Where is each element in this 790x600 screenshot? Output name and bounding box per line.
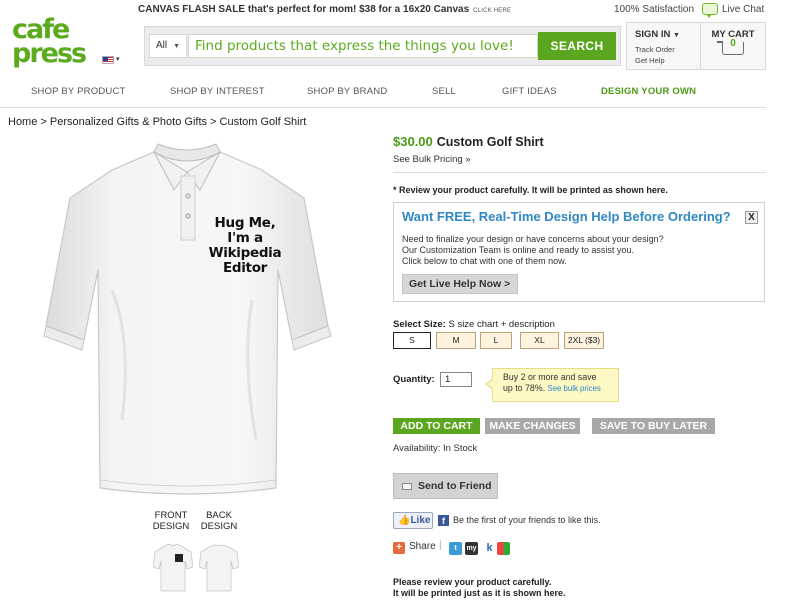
availability-status: Availability: In Stock — [393, 443, 478, 454]
add-to-cart-button[interactable]: ADD TO CART — [393, 418, 480, 434]
help-text-line: Need to finalize your design or have con… — [402, 234, 664, 244]
front-design-line2: DESIGN — [152, 521, 190, 532]
facebook-like-button[interactable]: 👍Like — [393, 512, 433, 529]
cart-count: 0 — [730, 38, 736, 49]
nav-design-your-own[interactable]: DESIGN YOUR OWN — [601, 86, 696, 97]
size-option-s[interactable]: S — [393, 332, 431, 349]
promo-banner[interactable]: CANVAS FLASH SALE that's perfect for mom… — [138, 4, 511, 15]
bulk-savings-tooltip: Buy 2 or more and save up to 78%. See bu… — [485, 368, 619, 402]
nav-sell[interactable]: SELL — [432, 86, 456, 97]
back-thumbnail[interactable] — [199, 543, 239, 593]
see-bulk-prices-link[interactable]: See bulk prices — [548, 384, 601, 393]
main-nav: SHOP BY PRODUCT SHOP BY INTEREST SHOP BY… — [0, 86, 766, 102]
bulk-tip-line1: Buy 2 or more and save — [503, 372, 597, 382]
size-option-m[interactable]: M — [436, 332, 476, 349]
front-thumbnail[interactable] — [153, 543, 193, 593]
design-line: Editor — [222, 260, 268, 276]
envelope-icon — [402, 483, 412, 490]
live-chat-link[interactable]: Live Chat — [702, 3, 765, 18]
review-footer: Please review your product carefully. It… — [393, 577, 566, 599]
sign-in-link[interactable]: SIGN IN ▼ — [635, 29, 700, 40]
promo-link[interactable]: CLICK HERE — [473, 8, 511, 14]
share-link[interactable]: Share — [409, 541, 436, 552]
quantity-input[interactable]: 1 — [440, 372, 472, 387]
nav-shop-by-interest[interactable]: SHOP BY INTEREST — [170, 86, 265, 97]
quantity-label: Quantity: — [393, 374, 435, 385]
save-to-buy-later-button[interactable]: SAVE TO BUY LATER — [592, 418, 715, 434]
search-button[interactable]: SEARCH — [538, 32, 616, 60]
size-option-xl[interactable]: XL — [520, 332, 559, 349]
nav-shop-by-product[interactable]: SHOP BY PRODUCT — [31, 86, 126, 97]
design-line: I'm a — [227, 230, 263, 246]
breadcrumb[interactable]: Home > Personalized Gifts & Photo Gifts … — [8, 116, 306, 128]
get-help-link[interactable]: Get Help — [635, 55, 700, 66]
kaboodle-icon[interactable]: k — [483, 542, 496, 555]
us-flag-icon[interactable] — [102, 56, 114, 64]
live-chat-label: Live Chat — [722, 3, 765, 15]
size-option-l[interactable]: L — [480, 332, 512, 349]
review-footer-line1: Please review your product carefully. — [393, 577, 552, 587]
size-option-2xl[interactable]: 2XL ($3) — [564, 332, 604, 349]
send-to-friend-button[interactable]: Send to Friend — [393, 473, 498, 499]
front-design-line1: FRONT — [154, 510, 188, 521]
chevron-down-icon[interactable]: ▾ — [116, 55, 120, 63]
myspace-icon[interactable]: my — [465, 542, 478, 555]
thumbs-up-icon: 👍 — [398, 515, 411, 526]
share-plus-icon[interactable]: + — [393, 542, 405, 554]
help-text-line: Our Customization Team is online and rea… — [402, 245, 634, 255]
bulk-pricing-link[interactable]: See Bulk Pricing » — [393, 154, 471, 165]
chat-bubble-icon — [702, 3, 718, 18]
google-bookmark-icon[interactable] — [497, 542, 510, 555]
select-size-label: Select Size: — [393, 319, 446, 330]
search-input[interactable]: Find products that express the things yo… — [188, 34, 538, 58]
account-menu[interactable]: SIGN IN ▼ Track Order Get Help — [626, 22, 700, 70]
search-bar: All ▼ Find products that express the thin… — [144, 26, 621, 66]
shirt-design-text: Hug Me, I'm a Wikipedia Editor — [205, 216, 285, 276]
satisfaction-guarantee[interactable]: 100% Satisfaction — [614, 4, 694, 15]
close-icon[interactable]: X — [745, 211, 758, 224]
nav-divider — [0, 107, 766, 108]
selected-size: S — [448, 319, 455, 330]
facebook-like-text: Be the first of your friends to like thi… — [453, 515, 601, 525]
review-footer-line2: It will be printed just as it is shown h… — [393, 588, 566, 598]
chevron-down-icon: ▼ — [673, 32, 680, 39]
live-help-box: Want FREE, Real-Time Design Help Before … — [393, 202, 765, 302]
get-live-help-button[interactable]: Get Live Help Now > — [402, 274, 518, 294]
shopping-cart-icon: 0 — [717, 38, 744, 55]
review-notice: * Review your product carefully. It will… — [393, 185, 668, 195]
product-price: $30.00 — [393, 134, 433, 149]
back-design-line1: BACK — [206, 510, 232, 521]
size-chart-link[interactable]: size chart + description — [457, 319, 554, 330]
logo-line2: press — [12, 38, 87, 69]
design-line: Hug Me, — [214, 215, 276, 231]
size-label: Select Size: S size chart + description — [393, 319, 555, 330]
back-design-link[interactable]: BACK DESIGN — [194, 510, 244, 532]
twitter-icon[interactable]: t — [449, 542, 462, 555]
search-category-value: All — [156, 40, 168, 51]
help-box-title: Want FREE, Real-Time Design Help Before … — [402, 209, 731, 224]
share-separator: | — [439, 540, 442, 551]
front-design-link[interactable]: FRONT DESIGN — [146, 510, 196, 532]
price-row: $30.00 Custom Golf Shirt — [393, 134, 544, 149]
help-text-line: Click below to chat with one of them now… — [402, 256, 567, 266]
sign-in-label: SIGN IN — [635, 29, 671, 40]
design-line: Wikipedia — [208, 245, 282, 261]
like-label: Like — [410, 515, 431, 526]
back-design-line2: DESIGN — [200, 521, 238, 532]
chevron-down-icon: ▼ — [173, 43, 181, 50]
send-to-friend-label: Send to Friend — [418, 480, 492, 492]
product-title: Custom Golf Shirt — [436, 135, 544, 149]
cafepress-logo[interactable]: cafe press — [12, 16, 102, 74]
my-cart-button[interactable]: MY CART 0 — [700, 22, 766, 70]
track-order-link[interactable]: Track Order — [635, 44, 700, 55]
divider — [393, 172, 766, 173]
bulk-tip-line2: up to 78%. — [503, 383, 546, 393]
make-changes-button[interactable]: MAKE CHANGES — [485, 418, 580, 434]
promo-text: CANVAS FLASH SALE that's perfect for mom… — [138, 4, 470, 15]
search-category-select[interactable]: All ▼ — [149, 34, 187, 58]
nav-gift-ideas[interactable]: GIFT IDEAS — [502, 86, 557, 97]
facebook-icon: f — [438, 515, 449, 526]
product-image-golf-shirt[interactable] — [42, 140, 332, 500]
nav-shop-by-brand[interactable]: SHOP BY BRAND — [307, 86, 387, 97]
